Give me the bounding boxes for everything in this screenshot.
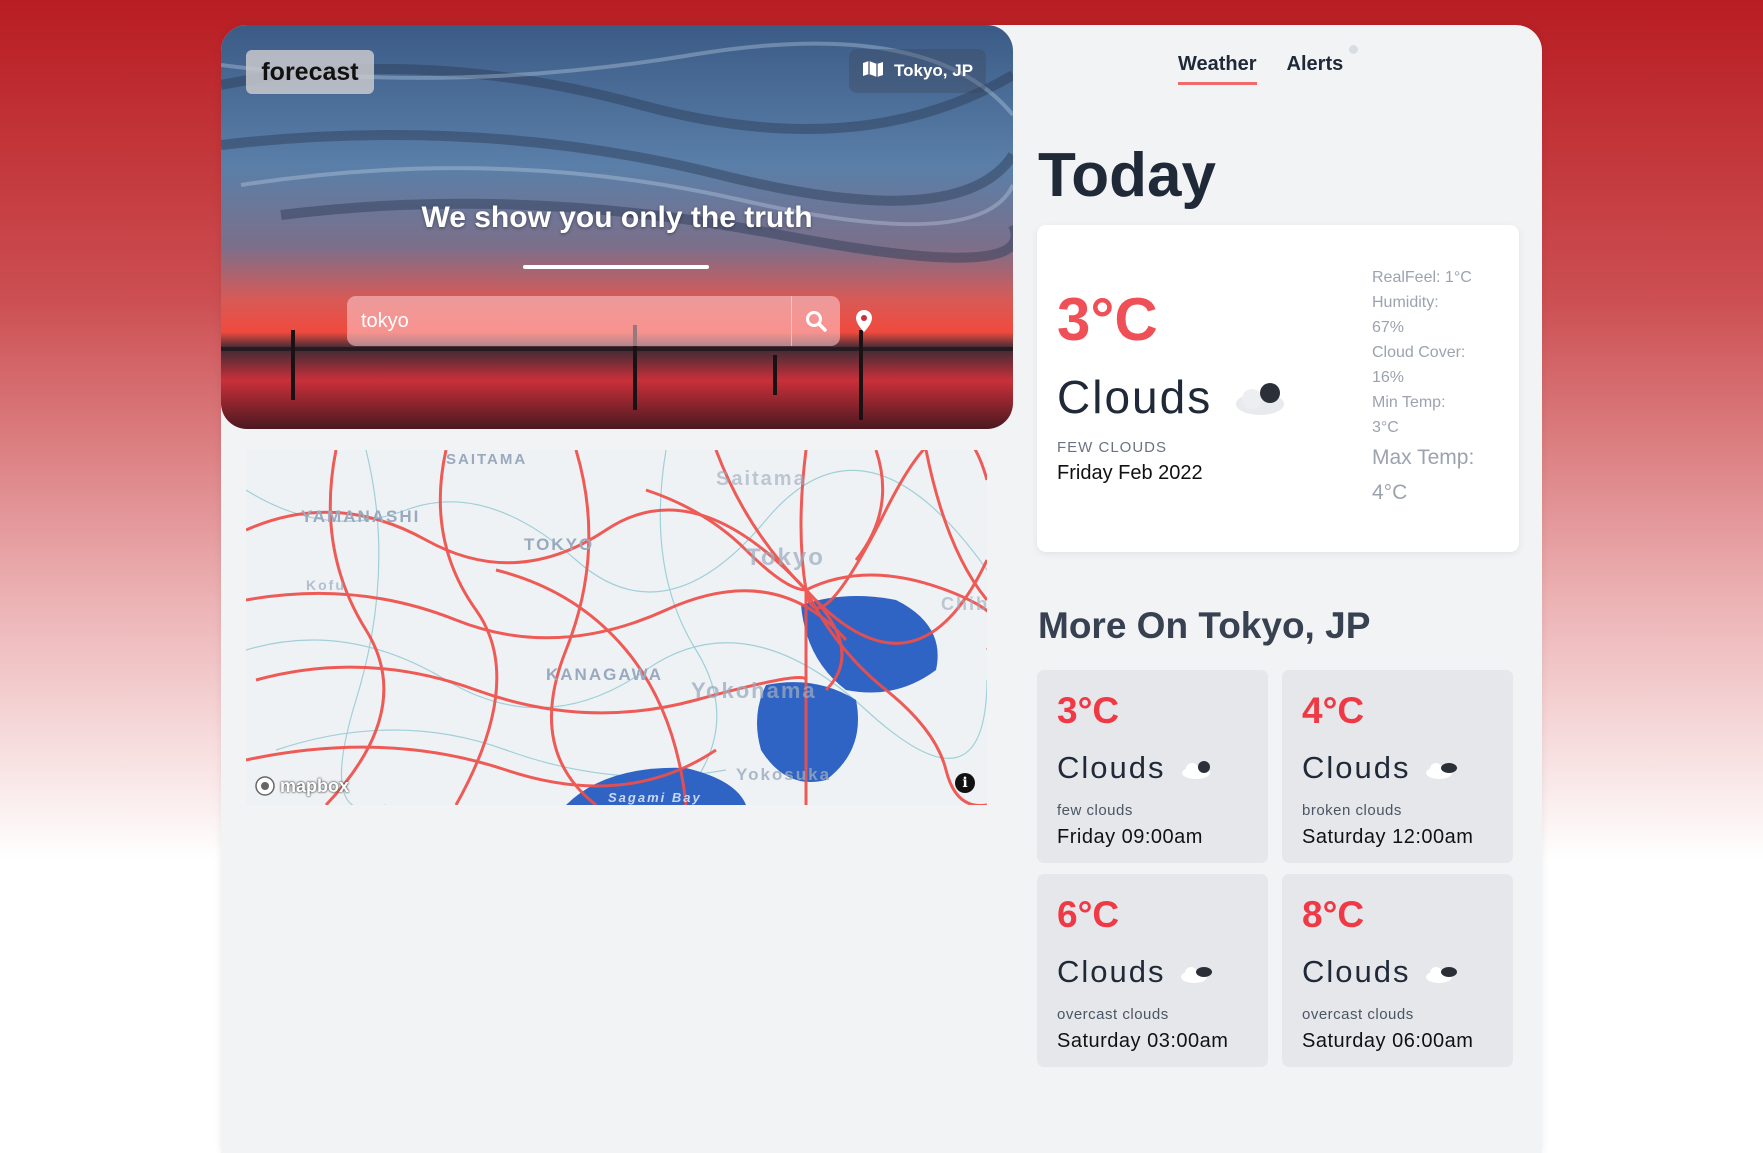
forecast-card[interactable]: 4°C Clouds broken clouds Saturday 12:00a… (1282, 670, 1513, 863)
cloud-broken-icon (1425, 763, 1457, 779)
map-view[interactable]: SAITAMA YAMANASHI TOKYO Tokyo KANAGAWA Y… (246, 450, 987, 805)
map-label-tokyo-city: Tokyo (746, 544, 825, 571)
forecast-temperature: 3°C (1057, 690, 1120, 731)
forecast-time: Saturday 03:00am (1057, 1030, 1229, 1052)
search-button[interactable] (791, 296, 840, 346)
hero-banner: forecast Tokyo, JP We show you only the … (221, 25, 1013, 429)
current-temperature: 3°C (1057, 286, 1158, 353)
forecast-card[interactable]: 3°C Clouds few clouds Friday 09:00am (1037, 670, 1268, 863)
hero-tagline: We show you only the truth (421, 201, 813, 234)
location-label: Tokyo, JP (894, 61, 974, 80)
search-icon (806, 311, 827, 332)
map-label-kanagawa: KANAGAWA (546, 665, 663, 684)
weather-details: RealFeel: 1°C Humidity: 67% Cloud Cover:… (1372, 265, 1507, 510)
cloud-partly-icon (1236, 377, 1287, 415)
map-label-saitama-city: Saitama (716, 468, 807, 490)
brand-logo[interactable]: forecast (246, 50, 374, 94)
forecast-card[interactable]: 6°C Clouds overcast clouds Saturday 03:0… (1037, 874, 1268, 1067)
alerts-indicator-dot (1349, 45, 1358, 54)
map-label-chiba: Chiba (941, 594, 987, 614)
tab-weather[interactable]: Weather (1178, 53, 1257, 85)
current-date: Friday Feb 2022 (1057, 462, 1203, 484)
min-temp-label: Min Temp: (1372, 394, 1446, 411)
map-label-sagami-bay: Sagami Bay (608, 790, 702, 805)
map-label-yokosuka: Yokosuka (736, 765, 831, 784)
forecast-condition-label: Clouds (1057, 750, 1166, 785)
max-temp-value: 4°C (1372, 481, 1408, 504)
location-chip[interactable]: Tokyo, JP (849, 49, 987, 93)
current-location-button[interactable] (855, 309, 873, 338)
current-condition-label: Clouds (1057, 371, 1213, 423)
forecast-condition: Clouds (1302, 750, 1459, 786)
current-description: FEW CLOUDS (1057, 439, 1168, 456)
forecast-card[interactable]: 8°C Clouds overcast clouds Saturday 06:0… (1282, 874, 1513, 1067)
map-icon (862, 60, 884, 83)
location-pin-icon (856, 310, 872, 332)
cloud-overcast-icon (1425, 967, 1457, 983)
forecast-temperature: 8°C (1302, 894, 1365, 935)
min-temp-value: 3°C (1372, 419, 1399, 436)
tab-alerts[interactable]: Alerts (1287, 53, 1344, 85)
mapbox-attribution[interactable]: mapbox (254, 775, 349, 797)
forecast-condition-label: Clouds (1302, 750, 1411, 785)
tab-bar: Weather Alerts (1178, 53, 1343, 85)
forecast-temperature: 4°C (1302, 690, 1365, 731)
forecast-condition: Clouds (1057, 750, 1214, 786)
humidity-value: 67% (1372, 319, 1405, 336)
forecast-condition-label: Clouds (1057, 954, 1166, 989)
forecast-condition: Clouds (1302, 954, 1459, 990)
forecast-condition-label: Clouds (1302, 954, 1411, 989)
today-heading: Today (1038, 141, 1216, 210)
map-label-yamanashi: YAMANASHI (301, 507, 420, 526)
cloud-cover-label: Cloud Cover: (1372, 344, 1466, 361)
more-forecast-heading: More On Tokyo, JP (1038, 605, 1371, 646)
cloud-cover-value: 16% (1372, 369, 1405, 386)
humidity-label: Humidity: (1372, 294, 1439, 311)
current-condition: Clouds (1057, 370, 1287, 424)
forecast-time: Friday 09:00am (1057, 826, 1203, 848)
map-label-yokohama: Yokohama (691, 678, 817, 703)
map-label-kofu: Kofu (306, 577, 346, 593)
forecast-temperature: 6°C (1057, 894, 1120, 935)
mapbox-text: mapbox (280, 775, 350, 796)
map-canvas: SAITAMA YAMANASHI TOKYO Tokyo KANAGAWA Y… (246, 450, 987, 805)
map-label-saitama: SAITAMA (446, 451, 527, 468)
max-temp-label: Max Temp: (1372, 446, 1475, 469)
forecast-description: broken clouds (1302, 802, 1402, 819)
app-container: forecast Tokyo, JP We show you only the … (221, 25, 1542, 1153)
map-info-button[interactable]: i (955, 773, 975, 793)
forecast-time: Saturday 06:00am (1302, 1030, 1474, 1052)
search-bar (347, 296, 840, 346)
forecast-description: overcast clouds (1057, 1006, 1169, 1023)
forecast-description: overcast clouds (1302, 1006, 1414, 1023)
cloud-few-icon (1181, 761, 1210, 779)
forecast-time: Saturday 12:00am (1302, 826, 1474, 848)
mapbox-logo-icon (255, 776, 275, 796)
forecast-description: few clouds (1057, 802, 1133, 819)
realfeel-value: RealFeel: 1°C (1372, 269, 1472, 286)
search-input[interactable] (347, 296, 791, 346)
cloud-overcast-icon (1180, 967, 1212, 983)
today-weather-card: 3°C Clouds FEW CLOUDS Friday Feb 2022 Re… (1037, 225, 1519, 552)
forecast-condition: Clouds (1057, 954, 1214, 990)
map-label-tokyo-pref: TOKYO (524, 535, 594, 554)
tagline-underline (523, 265, 709, 269)
